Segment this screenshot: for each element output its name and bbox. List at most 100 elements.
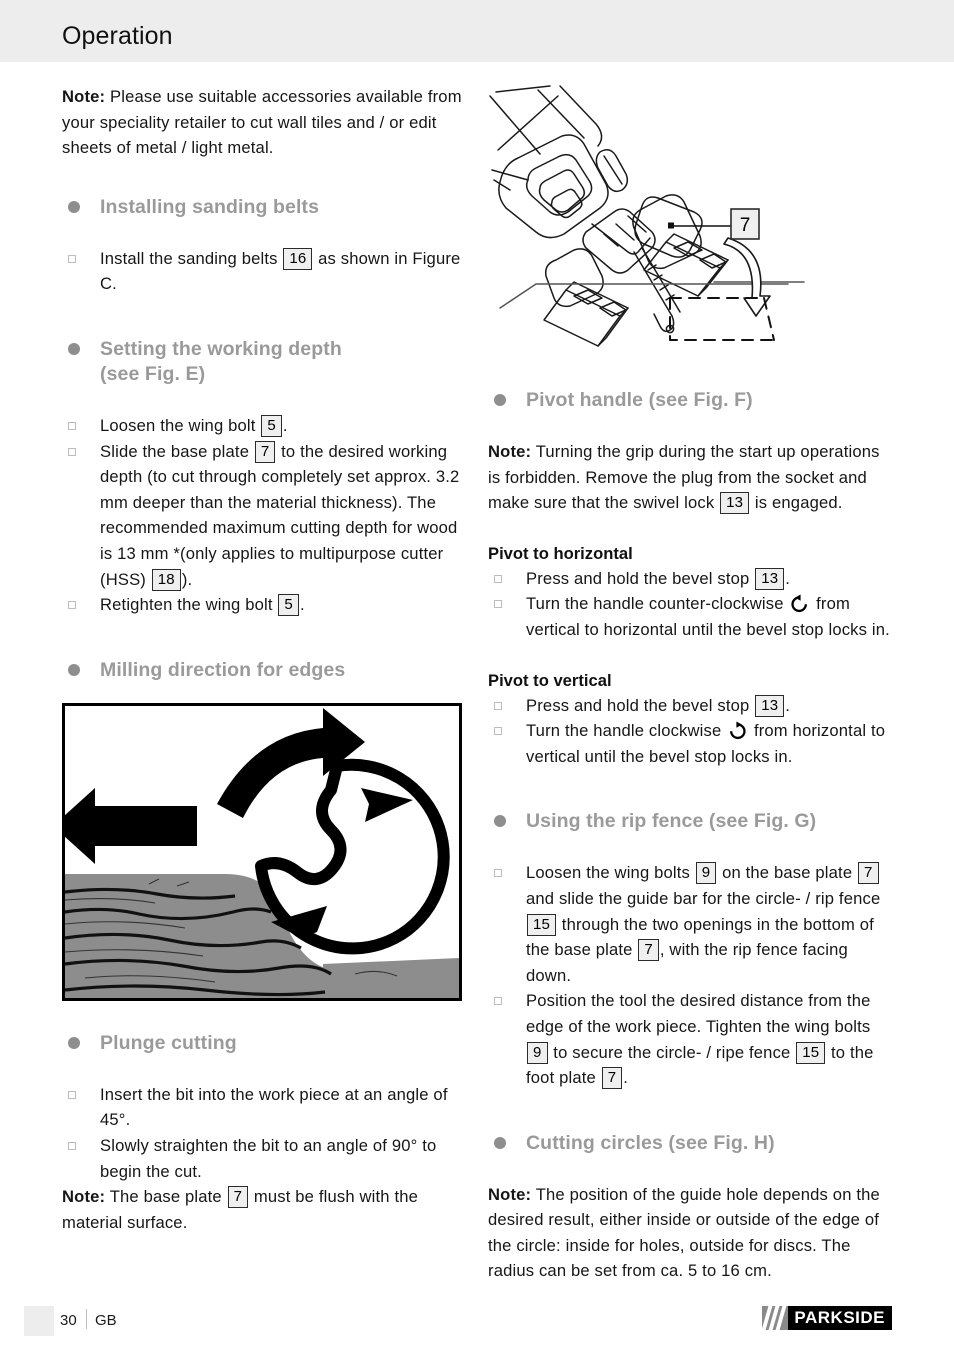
feed-direction-arrow xyxy=(65,787,197,864)
setting-working-depth-list: Loosen the wing bolt 5. Slide the base p… xyxy=(62,413,464,618)
section-bullet-icon xyxy=(68,663,80,676)
right-column: 7 Pivot handle (see Fig. F) Note: Turnin… xyxy=(488,84,890,1284)
list-item: Slide the base plate 7 to the desired wo… xyxy=(62,439,464,593)
square-bullet-icon xyxy=(494,869,502,878)
list-item: Loosen the wing bolts 9 on the base plat… xyxy=(488,860,890,988)
list-item: Insert the bit into the work piece at an… xyxy=(62,1082,464,1133)
item-text-pre: Position the tool the desired distance f… xyxy=(526,991,871,1036)
square-bullet-icon xyxy=(68,447,76,456)
rotate-clockwise-icon xyxy=(728,721,747,740)
ref-box: 7 xyxy=(638,939,659,962)
list-item: Press and hold the bevel stop 13. xyxy=(488,693,890,719)
callout-box-7: 7 xyxy=(730,208,760,240)
plunge-cutting-list: Insert the bit into the work piece at an… xyxy=(62,1082,464,1184)
list-item: Slowly straighten the bit to an angle of… xyxy=(62,1133,464,1184)
milling-direction-diagram xyxy=(62,702,462,1001)
subheading-pivot-to-vertical: Pivot to vertical xyxy=(488,670,612,690)
list-item: Turn the handle clockwise from horizonta… xyxy=(488,718,890,769)
square-bullet-icon xyxy=(68,601,76,610)
item-text-mid2: and slide the guide bar for the circle- … xyxy=(526,888,881,908)
note-lead: Note: xyxy=(62,87,106,106)
subheading-pivot-to-horizontal: Pivot to horizontal xyxy=(488,543,633,563)
section-heading-label: Cutting circles (see Fig. H) xyxy=(526,1131,775,1154)
callout-label: 7 xyxy=(740,215,751,236)
rotate-counter-clockwise-icon xyxy=(790,594,809,613)
item-text-pre: Install the sanding belts xyxy=(100,248,283,268)
ref-box: 5 xyxy=(261,414,282,437)
milling-direction-svg xyxy=(65,707,459,998)
note-lead: Note: xyxy=(488,1184,532,1204)
square-bullet-icon xyxy=(494,997,502,1006)
ref-box: 15 xyxy=(527,913,557,936)
list-item: Loosen the wing bolt 5. xyxy=(62,413,464,439)
intro-note: Note: Please use suitable accessories av… xyxy=(62,84,464,161)
square-bullet-icon xyxy=(68,421,76,430)
item-text-pre: Turn the handle counter-clockwise xyxy=(526,594,789,614)
footer-page-number: 30 xyxy=(60,1312,77,1329)
page-title: Operation xyxy=(62,22,173,50)
note-text: The position of the guide hole depends o… xyxy=(488,1184,880,1281)
footer-divider xyxy=(86,1309,87,1329)
ref-box: 7 xyxy=(601,1067,623,1090)
logo-wordmark: PARKSIDE xyxy=(788,1306,892,1330)
section-bullet-icon xyxy=(494,1136,506,1149)
section-heading-setting-working-depth: Setting the working depth (see Fig. E) xyxy=(62,337,464,387)
note-text: Please use suitable accessories availabl… xyxy=(62,87,462,158)
pivot-to-vertical-list: Press and hold the bevel stop 13. Turn t… xyxy=(488,693,890,770)
section-bullet-icon xyxy=(494,394,506,406)
cutting-circles-note: Note: The position of the guide hole dep… xyxy=(488,1182,890,1284)
square-bullet-icon xyxy=(494,701,502,710)
ref-box: 9 xyxy=(695,862,717,885)
ref-box: 13 xyxy=(755,694,785,717)
square-bullet-icon xyxy=(494,574,502,583)
item-text-pre: Retighten the wing bolt xyxy=(100,595,278,615)
note-text-post: is engaged. xyxy=(750,493,843,513)
list-item: Install the sanding belts 16 as shown in… xyxy=(62,246,464,297)
plunge-cutting-note: Note: The base plate 7 must be flush wit… xyxy=(62,1184,464,1235)
page-footer: 30 GB PARKSIDE xyxy=(0,1292,954,1354)
ref-box: 15 xyxy=(796,1041,826,1064)
square-bullet-icon xyxy=(494,727,502,736)
section-heading-pivot-handle: Pivot handle (see Fig. F) xyxy=(488,388,890,413)
item-text-pre: Slide the base plate xyxy=(100,441,254,461)
section-heading-label: Milling direction for edges xyxy=(100,658,346,681)
ref-box: 16 xyxy=(283,247,313,270)
square-bullet-icon xyxy=(68,254,76,263)
section-bullet-icon xyxy=(68,200,80,213)
item-text-mid: on the base plate xyxy=(717,863,857,883)
section-bullet-icon xyxy=(494,815,506,828)
item-text-mid: to secure the circle- / ripe fence xyxy=(548,1042,796,1062)
section-heading-label: Pivot handle (see Fig. F) xyxy=(526,389,753,411)
section-bullet-icon xyxy=(68,342,80,355)
square-bullet-icon xyxy=(68,1090,76,1099)
tool-diagram-svg: 7 xyxy=(489,85,805,347)
tool-base-plate-diagram: 7 xyxy=(488,84,890,374)
item-text-pre: Press and hold the bevel stop xyxy=(526,695,755,715)
ref-box: 18 xyxy=(151,568,181,591)
section-heading-label: Using the rip fence (see Fig. G) xyxy=(526,810,817,833)
footer-language-code: GB xyxy=(95,1312,117,1329)
ref-box: 7 xyxy=(227,1186,249,1209)
item-text-post: . xyxy=(785,695,791,715)
note-lead: Note: xyxy=(488,442,532,461)
item-text-post: . xyxy=(623,1068,629,1088)
section-heading-installing-sanding-belts: Installing sanding belts xyxy=(62,195,464,220)
section-heading-label-line1: Setting the working depth xyxy=(100,337,342,360)
ref-box: 7 xyxy=(254,440,276,463)
list-item: Press and hold the bevel stop 13. xyxy=(488,566,890,592)
ref-box: 7 xyxy=(858,862,879,885)
item-text-mid: to the desired working depth (to cut thr… xyxy=(100,441,460,589)
item-text-post: ). xyxy=(181,569,193,589)
item-text-pre: Loosen the wing bolts xyxy=(526,863,695,883)
note-lead: Note: xyxy=(62,1187,106,1207)
ref-box: 13 xyxy=(720,492,750,515)
section-heading-label: Plunge cutting xyxy=(100,1031,237,1054)
ref-box: 13 xyxy=(755,567,785,590)
square-bullet-icon xyxy=(68,1141,76,1150)
left-column: Note: Please use suitable accessories av… xyxy=(62,84,464,1235)
item-text-post: . xyxy=(299,595,305,615)
section-heading-milling-direction: Milling direction for edges xyxy=(62,658,464,683)
rip-fence-list: Loosen the wing bolts 9 on the base plat… xyxy=(488,860,890,1090)
pivot-handle-note: Note: Turning the grip during the start … xyxy=(488,439,890,516)
ref-box: 9 xyxy=(527,1041,548,1064)
